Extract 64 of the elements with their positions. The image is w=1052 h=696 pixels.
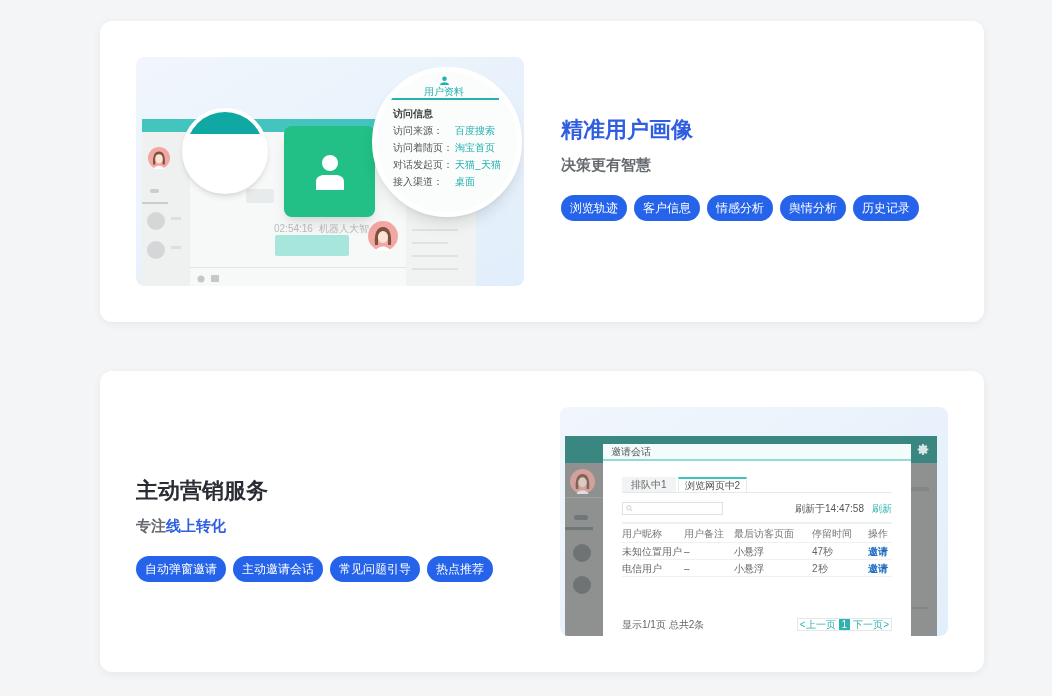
search-icon — [626, 505, 633, 512]
table-cell-text: 2秒 — [812, 561, 829, 576]
avatar-icon — [570, 469, 595, 494]
feature-tag: 历史记录 — [853, 194, 919, 221]
tab[interactable]: 浏览网页中2 — [677, 477, 748, 492]
table-cell-text: 小悬浮 — [734, 544, 765, 559]
prev-page-link[interactable]: <上一页 — [799, 619, 836, 630]
info-label: 访问来源： — [393, 124, 444, 138]
page-number: 1 — [838, 619, 851, 630]
tab[interactable]: 排队中1 — [622, 477, 676, 492]
info-label: 访问着陆页： — [393, 141, 454, 155]
table-cell-text: – — [684, 561, 691, 576]
contact-avatar — [573, 576, 591, 594]
section-subtitle: 决策更有智慧 — [561, 154, 652, 175]
feature-tag: 舆情分析 — [780, 194, 846, 221]
column-header: 操作 — [868, 526, 889, 541]
refresh-time: 刷新于14:47:58 — [795, 502, 864, 516]
info-label: 对话发起页： — [393, 158, 454, 172]
contact-avatar — [147, 212, 165, 230]
column-header: 用户昵称 — [622, 526, 663, 541]
info-value: 淘宝首页 — [455, 141, 495, 155]
user-icon — [439, 76, 449, 85]
contact-avatar — [573, 544, 591, 562]
chat-bubble — [246, 189, 274, 203]
info-value: 桌面 — [455, 175, 475, 189]
column-header: 最后访客页面 — [734, 526, 795, 541]
invite-link[interactable]: 邀请 — [868, 560, 892, 576]
refresh-link[interactable]: 刷新 — [872, 501, 892, 516]
avatar-icon — [148, 147, 170, 169]
feature-tag: 自动弹窗邀请 — [136, 555, 226, 582]
page-info: 显示1/1页 总共2条 — [622, 618, 705, 632]
tab-label: 用户资料 — [424, 85, 464, 98]
info-label: 接入渠道： — [393, 175, 444, 189]
feature-tag: 浏览轨迹 — [561, 194, 627, 221]
feature-tag: 热点推荐 — [427, 555, 493, 582]
table-cell-text: 电信用户 — [622, 561, 663, 576]
table-cell-text: – — [684, 544, 691, 559]
feature-tag: 情感分析 — [707, 194, 773, 221]
chat-time: 02:54:16 — [274, 222, 313, 236]
info-value: 天猫_天猫 — [455, 158, 501, 172]
settings-icon — [917, 443, 930, 456]
section-subtitle: 专注线上转化 — [136, 515, 227, 536]
section-heading: 访问信息 — [393, 107, 434, 121]
feature-tag: 常见问题引导 — [330, 555, 420, 582]
placeholder-tab — [150, 189, 159, 193]
contact-avatar — [147, 241, 165, 259]
column-header: 用户备注 — [684, 526, 725, 541]
placeholder-tab — [574, 515, 588, 520]
image-icon — [211, 275, 219, 282]
avatar-icon — [368, 221, 398, 251]
feature-tag: 主动邀请会话 — [233, 555, 323, 582]
dialog-title: 邀请会话 — [611, 445, 651, 459]
feature-tag: 客户信息 — [634, 194, 700, 221]
info-value: 百度搜索 — [455, 124, 495, 138]
table-cell-text: 47秒 — [812, 544, 835, 559]
user-icon — [313, 153, 346, 190]
table-cell-text: 小悬浮 — [734, 561, 765, 576]
section-title: 主动营销服务 — [136, 476, 269, 505]
invite-link[interactable]: 邀请 — [868, 543, 892, 559]
column-header: 停留时间 — [812, 526, 853, 541]
table-cell-text: 未知位置用户 — [622, 544, 683, 559]
section-title: 精准用户画像 — [561, 115, 694, 144]
next-page-link[interactable]: 下一页> — [853, 619, 889, 630]
emoji-icon — [197, 275, 205, 283]
